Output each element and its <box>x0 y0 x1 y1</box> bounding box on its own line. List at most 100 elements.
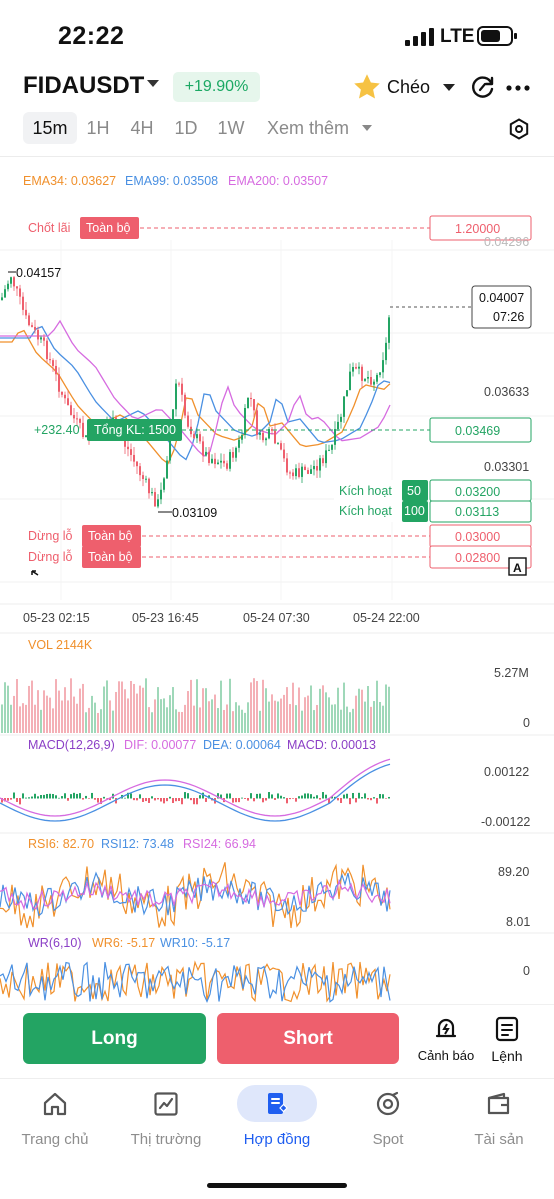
more-icon[interactable] <box>506 84 530 92</box>
macd-histogram-bar <box>55 795 57 799</box>
price-alert-button[interactable]: Cảnh báo <box>417 1014 475 1069</box>
settings-icon[interactable] <box>508 118 530 140</box>
macd-histogram-bar <box>58 797 60 799</box>
candle-body <box>250 397 252 400</box>
tab-more[interactable]: Xem thêm <box>260 112 356 144</box>
macd-histogram-bar <box>139 794 141 799</box>
macd-histogram-bar <box>73 792 75 799</box>
contract-icon <box>268 1093 288 1114</box>
volume-bar <box>88 707 90 733</box>
nav-item-home[interactable]: Trang chủ <box>0 1086 110 1156</box>
candle-body <box>40 337 42 340</box>
margin-mode-select[interactable]: Chéo <box>387 77 430 98</box>
orders-button[interactable]: Lệnh <box>482 1014 532 1069</box>
macd-histogram-bar <box>370 798 372 801</box>
candle-body <box>373 381 375 385</box>
macd-histogram-bar <box>82 798 84 800</box>
candle-body <box>34 326 36 330</box>
candle-body <box>208 451 210 463</box>
macd-histogram-bar <box>247 798 249 801</box>
macd-histogram-bar <box>232 798 234 803</box>
stop-loss-2-price[interactable]: 0.02800 <box>455 551 500 565</box>
take-profit-price[interactable]: 1.20000 <box>455 222 500 236</box>
volume-bar <box>316 704 318 733</box>
candle-body <box>16 286 18 289</box>
nav-label-home: Trang chủ <box>21 1131 89 1148</box>
auto-scale-label[interactable]: A <box>513 561 522 575</box>
stop-loss-1-price[interactable]: 0.03000 <box>455 530 500 544</box>
volume-bar <box>304 697 306 733</box>
candle-body <box>244 408 246 435</box>
stop-loss-1-tag[interactable]: Toàn bộ <box>88 529 133 543</box>
symbol-title[interactable]: FIDAUSDT <box>23 72 144 100</box>
candle-body <box>151 492 153 494</box>
chevron-down-icon[interactable] <box>147 80 159 87</box>
candle-body <box>247 397 249 409</box>
network-type: LTE <box>440 26 475 47</box>
entry-price[interactable]: 0.03469 <box>455 424 500 438</box>
short-button[interactable]: Short <box>217 1013 399 1064</box>
trigger-2-label[interactable]: Kích hoạt <box>339 504 392 518</box>
expand-arrow-icon[interactable] <box>31 570 39 576</box>
volume-bar <box>361 689 363 733</box>
kline-chart[interactable]: EMA34: 0.03627 EMA99: 0.03508 EMA200: 0.… <box>0 157 554 1004</box>
nav-item-contract[interactable]: Hợp đồng <box>222 1086 332 1156</box>
volume-bar <box>148 707 150 733</box>
position-size-tag[interactable]: Tổng KL: 1500 <box>94 423 176 437</box>
tab-15m[interactable]: 15m <box>23 112 77 144</box>
stop-loss-2-tag[interactable]: Toàn bộ <box>88 550 133 564</box>
alert-bell-icon <box>435 1018 457 1038</box>
candle-body <box>388 317 390 343</box>
star-icon[interactable] <box>352 72 382 102</box>
tab-1d[interactable]: 1D <box>171 112 201 144</box>
take-profit-tag[interactable]: Toàn bộ <box>86 221 131 235</box>
clipped-price-tick: 0.04296 <box>484 235 529 249</box>
tab-1w[interactable]: 1W <box>214 112 248 144</box>
macd-histogram-bar <box>46 793 48 799</box>
volume-bar <box>91 695 93 733</box>
volume-bar <box>292 682 294 733</box>
candle-body <box>313 466 315 470</box>
volume-bar <box>232 711 234 733</box>
volume-bar <box>25 704 27 733</box>
trigger-1-price[interactable]: 0.03200 <box>455 485 500 499</box>
volume-bars <box>1 678 390 733</box>
candle-body <box>337 421 339 430</box>
macd-histogram-bar <box>169 796 171 799</box>
nav-item-assets[interactable]: Tài sản <box>444 1086 554 1156</box>
wr-series <box>0 960 391 1004</box>
macd-histogram-bar <box>103 796 105 799</box>
macd-histogram-bar <box>43 794 45 799</box>
trigger-2-price[interactable]: 0.03113 <box>455 505 499 519</box>
candle-body <box>259 432 261 435</box>
refresh-icon[interactable] <box>470 74 496 100</box>
macd-histogram-bar <box>94 798 96 800</box>
volume-bar <box>358 688 360 733</box>
trigger-2-qty[interactable]: 100 <box>404 504 425 518</box>
volume-bar <box>133 683 135 733</box>
nav-item-market[interactable]: Thị trường <box>111 1086 221 1156</box>
candle-body <box>205 451 207 456</box>
volume-bar <box>373 701 375 733</box>
caret-down-icon[interactable] <box>362 125 372 131</box>
volume-bar <box>208 701 210 733</box>
candle-body <box>343 396 345 417</box>
long-button[interactable]: Long <box>23 1013 206 1064</box>
macd-histogram-bar <box>271 794 273 799</box>
volume-bar <box>79 688 81 733</box>
tab-1h[interactable]: 1H <box>82 112 114 144</box>
candle-body <box>220 460 222 463</box>
macd-histogram-bar <box>343 794 345 799</box>
macd-histogram-bar <box>145 798 147 802</box>
macd-histogram-bar <box>91 792 93 799</box>
macd-histogram-bar <box>283 797 285 799</box>
nav-item-spot[interactable]: Spot <box>333 1086 443 1156</box>
caret-down-icon[interactable] <box>443 84 455 91</box>
volume-bar <box>61 700 63 733</box>
volume-bar <box>178 711 180 733</box>
trigger-1-label[interactable]: Kích hoạt <box>339 484 392 498</box>
volume-bar <box>106 680 108 733</box>
candle-body <box>316 466 318 471</box>
tab-4h[interactable]: 4H <box>125 112 159 144</box>
trigger-1-qty[interactable]: 50 <box>407 484 421 498</box>
